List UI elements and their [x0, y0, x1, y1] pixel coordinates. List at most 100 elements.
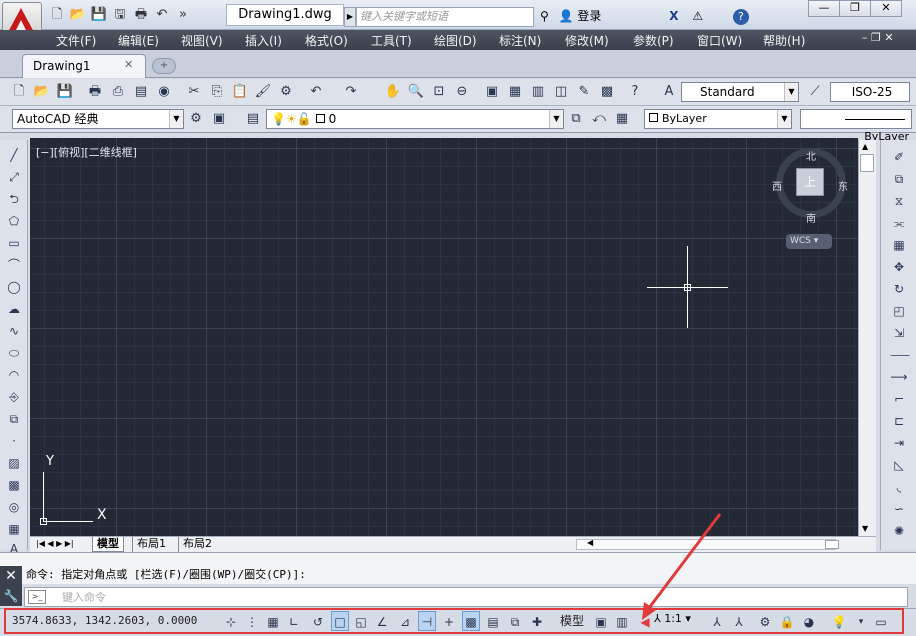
new-file-icon[interactable]: 🗋 — [10, 83, 28, 101]
wcs-menu[interactable]: WCS ▾ — [786, 234, 832, 249]
region-icon[interactable]: ◎ — [5, 498, 23, 516]
menu-modify[interactable]: 修改(M) — [565, 32, 609, 49]
zoom-previous-icon[interactable]: ⊖ — [453, 83, 471, 101]
new-tab-icon[interactable]: + — [152, 58, 176, 74]
3d-print-icon[interactable]: ◉ — [155, 83, 173, 101]
scale-icon[interactable]: ◰ — [890, 302, 908, 320]
spline-icon[interactable]: ∿ — [5, 322, 23, 340]
chamfer-icon[interactable]: ◺ — [890, 456, 908, 474]
tab-model[interactable]: 模型 — [92, 537, 124, 552]
sheet-set-icon[interactable]: ◫ — [552, 83, 570, 101]
scroll-down-icon[interactable]: ▼ — [862, 524, 868, 533]
compass-north[interactable]: 北 — [806, 148, 816, 163]
save-icon[interactable]: 💾 — [90, 6, 108, 24]
rotate-icon[interactable]: ↻ — [890, 280, 908, 298]
table-icon[interactable]: ▦ — [5, 520, 23, 538]
save-icon[interactable]: 💾 — [56, 83, 74, 101]
scroll-thumb[interactable] — [860, 154, 874, 172]
color-select[interactable]: ByLayer ▼ — [644, 109, 792, 129]
properties-icon[interactable]: ▣ — [483, 83, 501, 101]
workspace-toggle-icon[interactable]: ▣ — [210, 110, 228, 128]
menu-parametric[interactable]: 参数(P) — [633, 32, 674, 49]
compass-east[interactable]: 东 — [838, 178, 848, 193]
binoculars-icon[interactable]: ⚲ — [540, 9, 549, 23]
scroll-left-icon[interactable]: ◀ — [587, 538, 593, 547]
array-icon[interactable]: ▦ — [890, 236, 908, 254]
pan-icon[interactable]: ✋ — [384, 83, 402, 101]
explode-icon[interactable]: ✺ — [890, 522, 908, 540]
copy-object-icon[interactable]: ⧉ — [890, 170, 908, 188]
make-current-layer-icon[interactable]: ⧉ — [567, 110, 585, 128]
erase-icon[interactable]: ✐ — [890, 148, 908, 166]
polygon-icon[interactable]: ⬠ — [5, 212, 23, 230]
mdi-controls[interactable]: – ❐ ✕ — [862, 31, 894, 44]
mirror-icon[interactable]: ⧖ — [890, 192, 908, 210]
close-icon[interactable]: ✕ — [0, 566, 22, 586]
dim-style-icon[interactable]: ⟋ — [806, 83, 824, 101]
drawing-canvas[interactable] — [30, 138, 858, 536]
revision-cloud-icon[interactable]: ☁ — [5, 300, 23, 318]
insert-block-icon[interactable]: ⎆ — [5, 388, 23, 406]
viewcube-top-face[interactable]: 上 — [796, 168, 824, 196]
move-icon[interactable]: ✥ — [890, 258, 908, 276]
plot-icon[interactable]: 🖶 — [86, 83, 104, 101]
publish-icon[interactable]: ▤ — [132, 83, 150, 101]
compass-south[interactable]: 南 — [806, 210, 816, 225]
scroll-up-icon[interactable]: ▲ — [862, 142, 868, 151]
user-icon[interactable]: 👤 — [559, 9, 574, 23]
search-expand-icon[interactable]: ▶ — [344, 7, 356, 27]
print-icon[interactable]: 🖶 — [132, 6, 150, 24]
circle-icon[interactable]: ◯ — [5, 278, 23, 296]
extend-icon[interactable]: ⟶ — [890, 368, 908, 386]
hatch-icon[interactable]: ▨ — [5, 454, 23, 472]
layer-properties-icon[interactable]: ▤ — [244, 110, 262, 128]
workspace-settings-icon[interactable]: ⚙ — [187, 110, 205, 128]
menu-view[interactable]: 视图(V) — [181, 32, 223, 49]
menu-insert[interactable]: 插入(I) — [245, 32, 282, 49]
break-at-point-icon[interactable]: ⌐ — [890, 390, 908, 408]
line-icon[interactable]: ╱ — [5, 146, 23, 164]
hscroll-thumb[interactable] — [825, 540, 839, 549]
point-icon[interactable]: · — [5, 432, 23, 450]
menu-tools[interactable]: 工具(T) — [371, 32, 412, 49]
block-editor-icon[interactable]: ⚙ — [277, 83, 295, 101]
menu-format[interactable]: 格式(O) — [305, 32, 348, 49]
new-file-icon[interactable]: 🗋 — [48, 6, 66, 24]
tool-palettes-icon[interactable]: ▥ — [529, 83, 547, 101]
close-icon[interactable]: ✕ — [124, 58, 133, 71]
open-file-icon[interactable]: 📂 — [69, 6, 87, 24]
arc-icon[interactable]: ⌒ — [5, 256, 23, 274]
command-input[interactable] — [24, 587, 908, 607]
workspace-select[interactable]: AutoCAD 经典 ▼ — [12, 109, 184, 129]
linetype-select[interactable]: ByLayer — [800, 109, 912, 143]
save-as-icon[interactable]: 🖫 — [111, 6, 129, 24]
undo-icon[interactable]: ↶ — [307, 83, 325, 101]
menu-draw[interactable]: 绘图(D) — [434, 32, 477, 49]
menu-dimension[interactable]: 标注(N) — [499, 32, 541, 49]
offset-icon[interactable]: ⫘ — [890, 214, 908, 232]
design-center-icon[interactable]: ▦ — [506, 83, 524, 101]
restore-button[interactable]: ❐ — [839, 0, 871, 17]
layer-state-icon[interactable]: ▦ — [613, 110, 631, 128]
close-window-button[interactable]: ✕ — [870, 0, 902, 17]
command-prompt-icon[interactable]: >_ — [28, 590, 46, 604]
menu-file[interactable]: 文件(F) — [56, 32, 96, 49]
first-tab-icon[interactable]: |◀ ◀ ▶ ▶| — [32, 537, 78, 552]
compass-west[interactable]: 西 — [772, 178, 782, 193]
break-icon[interactable]: ⊏ — [890, 412, 908, 430]
layer-previous-icon[interactable]: ⤺ — [590, 110, 608, 128]
redo-icon[interactable]: ↷ — [342, 83, 360, 101]
open-file-icon[interactable]: 📂 — [33, 83, 51, 101]
markup-icon[interactable]: ✎ — [575, 83, 593, 101]
menu-window[interactable]: 窗口(W) — [697, 32, 742, 49]
viewport-controls[interactable]: [−][俯视][二维线框] — [36, 144, 137, 160]
search-input[interactable]: 键入关键字或短语 — [356, 7, 534, 27]
minimize-button[interactable]: — — [808, 0, 840, 17]
help-icon[interactable]: ? — [626, 83, 644, 101]
layer-select[interactable]: 💡☀🔓 0 ▼ — [266, 109, 564, 129]
exchange-icon[interactable]: X — [669, 9, 678, 23]
zoom-window-icon[interactable]: ⊡ — [430, 83, 448, 101]
text-style-select[interactable]: Standard ▼ — [681, 82, 799, 102]
trim-icon[interactable]: ⸺ — [890, 346, 910, 364]
paste-icon[interactable]: 📋 — [231, 83, 249, 101]
